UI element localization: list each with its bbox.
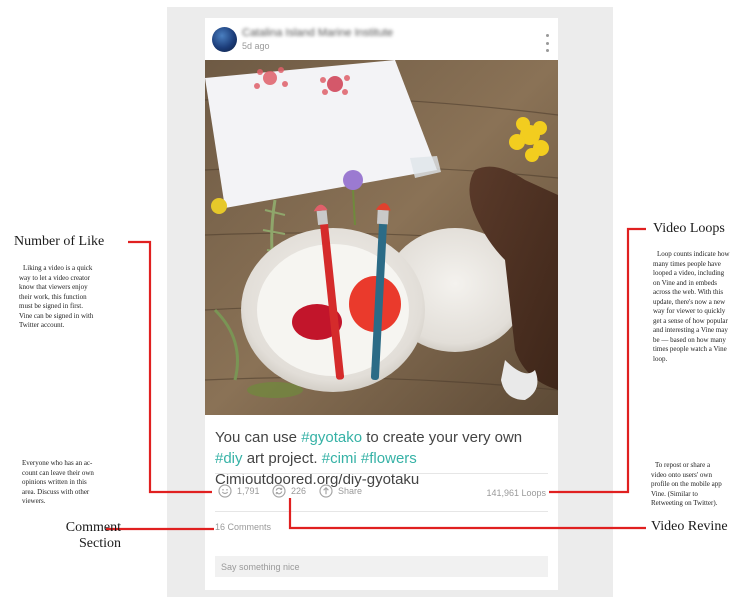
comments-count-link[interactable]: 16 Comments (215, 522, 271, 532)
annotation-line: viewers. (22, 497, 46, 505)
annotation-line: must be signed in first. (19, 302, 83, 310)
annotation-line: looped a video, including (653, 269, 725, 277)
caption-text: art project. (242, 450, 322, 467)
annotation-line: profile on the mobile app (651, 480, 722, 488)
post-caption: You can use #gyotako to create your very… (215, 427, 551, 490)
hashtag-link[interactable]: #cimi (322, 450, 357, 467)
video-player[interactable] (205, 60, 558, 415)
annotation-revine-text: To repost or share a video onto users' o… (651, 461, 722, 509)
caption-text: to create your very own (362, 429, 523, 446)
hashtag-link[interactable]: #flowers (361, 450, 417, 467)
author-avatar[interactable] (212, 27, 237, 52)
hashtag-link[interactable]: #gyotako (301, 429, 362, 446)
annotation-loops-title: Video Loops (653, 221, 725, 236)
divider (215, 473, 548, 474)
annotation-line: and interesting a Vine may (653, 326, 728, 334)
divider (215, 511, 548, 512)
video-frame-image (205, 60, 558, 415)
annotation-line: know that viewers enjoy (19, 283, 88, 291)
revine-button[interactable]: 226 (272, 484, 306, 498)
annotation-line: many times people have (653, 259, 721, 268)
more-vertical-icon[interactable] (543, 34, 551, 52)
annotation-line: Loop counts indicate how (657, 250, 730, 258)
annotation-likes-title: Number of Like (14, 234, 105, 249)
share-label: Share (338, 486, 363, 496)
annotation-line: times people watch a Vine (653, 345, 727, 353)
revine-count: 226 (291, 486, 307, 496)
annotation-line: area. Discuss with other (22, 487, 90, 496)
annotation-line: update, there's now a new (653, 297, 726, 306)
caption-text: You can use (215, 429, 302, 446)
annotation-comment-section-title: Comment Section (57, 520, 121, 552)
annotation-line: get a sense of how popular (653, 316, 728, 325)
annotation-line: on Vine and in embeds (653, 278, 717, 287)
annotation-title-line: Comment (65, 520, 121, 535)
annotation-revine-title: Video Revine (651, 519, 728, 534)
annotation-line: Twitter account. (19, 321, 65, 329)
annotation-line: Liking a video is a quick (23, 264, 93, 272)
share-button[interactable]: Share (319, 484, 362, 498)
annotation-line: count can leave their own (22, 468, 94, 477)
annotation-loops-text: Loop counts indicate how many times peop… (653, 250, 737, 364)
annotation-line: their work, this function (19, 292, 87, 301)
hashtag-link[interactable]: #diy (215, 450, 243, 467)
loop-count: 141,961 Loops (486, 488, 546, 498)
annotation-line: Vine can be signed in with (19, 311, 94, 320)
smiley-icon (218, 484, 232, 498)
like-count: 1,791 (237, 486, 260, 496)
annotation-line: To repost or share a (655, 461, 711, 469)
annotation-line: video onto users' own (651, 470, 712, 479)
annotation-comments-text: Everyone who has an ac- count can leave … (22, 459, 94, 507)
revine-icon (272, 484, 286, 498)
author-name[interactable]: Catalina Island Marine Institute (242, 27, 393, 39)
annotation-line: way to let a video creator (19, 273, 90, 282)
annotation-line: opinions written in this (22, 478, 87, 486)
post-time: 5d ago (242, 41, 270, 51)
annotation-title-line: Section (79, 536, 121, 551)
annotation-line: way for viewer to quickly (653, 307, 726, 315)
annotation-line: Everyone who has an ac- (22, 459, 93, 467)
like-button[interactable]: 1,791 (218, 484, 260, 498)
annotation-line: be — based on how many (653, 335, 726, 344)
annotation-line: across the web. With this (653, 288, 724, 296)
annotation-line: loop. (653, 354, 668, 363)
share-arrow-icon (319, 484, 333, 498)
annotation-likes-text: Liking a video is a quick way to let a v… (19, 264, 93, 331)
annotation-line: Retweeting on Twitter). (651, 499, 718, 507)
comment-input[interactable] (215, 556, 548, 577)
annotation-line: Vine. (Similar to (651, 489, 698, 498)
